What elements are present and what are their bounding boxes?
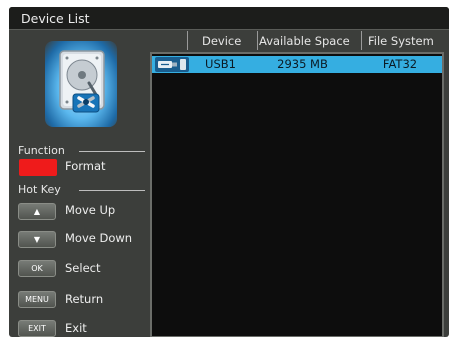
- exit-key[interactable]: EXIT: [18, 320, 56, 337]
- window-title: Device List: [21, 11, 90, 26]
- move-down-key[interactable]: ▼: [18, 231, 56, 248]
- column-separator: [187, 31, 188, 50]
- title-bar: Device List: [9, 7, 449, 30]
- move-up-label: Move Up: [65, 203, 116, 217]
- move-down-label: Move Down: [65, 231, 133, 245]
- usb-drive-icon: [155, 57, 189, 72]
- column-separator: [257, 31, 258, 50]
- hotkey-section-label: Hot Key: [18, 183, 61, 196]
- hotkey-divider: [79, 190, 145, 191]
- function-section-label: Function: [18, 144, 65, 157]
- format-label: Format: [65, 159, 106, 173]
- column-separator: [361, 31, 362, 50]
- hard-drive-icon: [45, 41, 117, 127]
- column-header-device: Device: [202, 34, 242, 48]
- table-row[interactable]: USB1 2935 MB FAT32: [152, 56, 442, 73]
- move-up-key[interactable]: ▲: [18, 203, 56, 220]
- menu-key[interactable]: MENU: [18, 291, 56, 308]
- column-header-file-system: File System: [368, 34, 434, 48]
- ok-key[interactable]: OK: [18, 260, 56, 277]
- red-function-key[interactable]: [19, 159, 57, 176]
- cell-device: USB1: [205, 57, 236, 71]
- device-list-window: Device List Function Format Hot Key ▲ Mo…: [9, 7, 449, 337]
- column-header-available-space: Available Space: [259, 34, 350, 48]
- cell-available-space: 2935 MB: [277, 57, 328, 71]
- function-divider: [79, 151, 145, 152]
- exit-label: Exit: [65, 321, 87, 335]
- cell-file-system: FAT32: [382, 57, 418, 71]
- device-list[interactable]: USB1 2935 MB FAT32: [150, 52, 444, 337]
- select-label: Select: [65, 261, 101, 275]
- return-label: Return: [65, 292, 104, 306]
